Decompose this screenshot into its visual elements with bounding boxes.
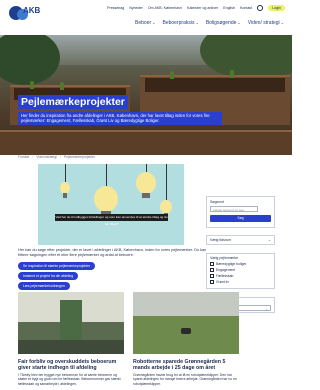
hero-tree xyxy=(0,35,60,85)
search-label: Søgeord xyxy=(210,200,224,204)
hero-tree xyxy=(200,35,292,80)
hero-banner: Pejlemærkeprojekter Her finder du inspir… xyxy=(0,35,292,155)
topic-label: Fællesskab xyxy=(216,274,234,278)
topic-checkbox[interactable]: Fællesskab xyxy=(210,274,271,278)
date-filter[interactable]: Vælg tidsrum ⌄ xyxy=(206,235,275,245)
util-link-press[interactable]: Pressebag xyxy=(107,6,124,10)
checkbox-box[interactable] xyxy=(210,274,214,278)
inspiration-button[interactable]: Se inspiration til stærke pejlemærkeproj… xyxy=(18,262,96,270)
topic-checkbox[interactable]: Grønt liv xyxy=(210,280,271,284)
util-link-calendar[interactable]: Kalender og arkiver xyxy=(187,6,218,10)
nav-item-viden-strategi[interactable]: Viden/ strategi⌄ xyxy=(248,20,284,26)
chevron-down-icon: ⌄ xyxy=(195,20,199,25)
card-title[interactable]: Fair forbliv og overskuddets beboerum gi… xyxy=(18,359,124,372)
card-title[interactable]: Robotterne sparede Grønnegården 5 mands … xyxy=(133,359,239,372)
nav-item-boligsogende[interactable]: Boligsøgende⌄ xyxy=(206,20,241,26)
hero-soil xyxy=(145,78,285,92)
hero-description: Her finder du inspiration fra andre afde… xyxy=(18,112,222,125)
card-text: Grønnegården havde brug for at få en rob… xyxy=(133,373,237,386)
breadcrumb-current: Pejlemærkeprojekter xyxy=(63,155,96,159)
lightbulb-icon xyxy=(160,164,172,218)
intro-text: Her kan du søge efter projekter, der er … xyxy=(18,248,207,257)
breadcrumb-separator: / xyxy=(59,155,61,159)
read-policy-button[interactable]: Læs pejlemærkeholdningen xyxy=(18,282,70,290)
checkbox-box[interactable] xyxy=(210,268,214,272)
breadcrumb: Forside / Viden/strategi / Pejlemærkepro… xyxy=(18,155,95,159)
hero-text-box: Pejlemærkeprojekter Her finder du inspir… xyxy=(18,92,270,129)
card-image-building xyxy=(133,292,239,316)
video-caption: Vad har du til indbygget fortællinger og… xyxy=(55,214,168,226)
login-button[interactable]: Login xyxy=(268,5,285,11)
util-link-contact[interactable]: Kontakt xyxy=(240,6,252,10)
search-button[interactable]: Søg xyxy=(210,215,271,222)
card-image[interactable] xyxy=(133,292,239,354)
hero-raised-bed xyxy=(0,130,292,155)
topic-checkbox[interactable]: Bæredygtige boliger xyxy=(210,262,271,266)
video-player[interactable]: Vad har du til indbygget fortællinger og… xyxy=(38,164,184,245)
nav-item-label: Viden/ strategi xyxy=(247,20,280,26)
nav-item-label: Boligsøgende xyxy=(205,20,237,26)
search-input[interactable]: Indtast søgeord og søg xyxy=(210,206,258,212)
hero-plant xyxy=(170,71,174,79)
card-image-lawn xyxy=(133,316,239,354)
card-image-door xyxy=(60,300,82,340)
util-link-english[interactable]: English xyxy=(223,6,235,10)
hero-plant xyxy=(230,70,234,78)
lightbulb-icon xyxy=(94,164,118,216)
topic-filter: Vælg pejlemærke Bæredygtige boliger Enga… xyxy=(206,253,275,289)
nav-item-label: Beboerpraksis xyxy=(162,20,195,26)
card-image-floor xyxy=(18,340,124,354)
main-nav: Beboer⌄ Beboerpraksis⌄ Boligsøgende⌄ Vid… xyxy=(135,20,284,26)
card-text: I Tårnby blev der bygget nye beboerrum f… xyxy=(18,373,121,386)
card-image-mower xyxy=(181,328,191,334)
hero-plant xyxy=(60,82,64,90)
chevron-down-icon: ⌄ xyxy=(265,307,268,311)
checkbox-box[interactable] xyxy=(210,262,214,266)
logo-text: AKB xyxy=(23,6,41,15)
topic-filter-label: Vælg pejlemærke xyxy=(210,256,239,260)
utility-nav: Pressebag Nyheder Om AKB, København Kale… xyxy=(107,5,285,11)
page-title: Pejlemærkeprojekter xyxy=(18,95,128,109)
nav-item-beboerpraksis[interactable]: Beboerpraksis⌄ xyxy=(163,20,199,26)
breadcrumb-home[interactable]: Forside xyxy=(18,155,29,159)
hero-plant xyxy=(30,81,34,89)
breadcrumb-viden[interactable]: Viden/strategi xyxy=(36,155,57,159)
lightbulb-icon xyxy=(60,164,70,198)
akb-logo[interactable]: AKB xyxy=(9,6,41,30)
util-link-news[interactable]: Nyheder xyxy=(129,6,143,10)
search-panel: Søgeord Indtast søgeord og søg Søg xyxy=(206,196,275,228)
submit-project-button[interactable]: Indsend et projekt fra din afdeling xyxy=(18,272,79,280)
topic-checkbox[interactable]: Engagement xyxy=(210,268,271,272)
checkbox-box[interactable] xyxy=(210,280,214,284)
chevron-down-icon: ⌄ xyxy=(280,20,284,25)
search-icon[interactable] xyxy=(257,5,264,11)
topic-label: Bæredygtige boliger xyxy=(216,262,247,266)
date-filter-label: Vælg tidsrum xyxy=(210,238,232,242)
chevron-down-icon: ⌄ xyxy=(152,20,156,25)
site-header: AKB Pressebag Nyheder Om AKB, København … xyxy=(0,0,292,35)
breadcrumb-separator: / xyxy=(32,155,34,159)
chevron-down-icon: ⌄ xyxy=(267,238,271,242)
lightbulb-icon xyxy=(136,164,156,198)
topic-label: Engagement xyxy=(216,268,236,272)
card-image[interactable] xyxy=(18,292,124,354)
chevron-down-icon: ⌄ xyxy=(237,20,241,25)
topic-label: Grønt liv xyxy=(216,280,229,284)
nav-item-beboer[interactable]: Beboer⌄ xyxy=(135,20,155,26)
nav-item-label: Beboer xyxy=(135,20,152,26)
util-link-about[interactable]: Om AKB, København xyxy=(148,6,182,10)
